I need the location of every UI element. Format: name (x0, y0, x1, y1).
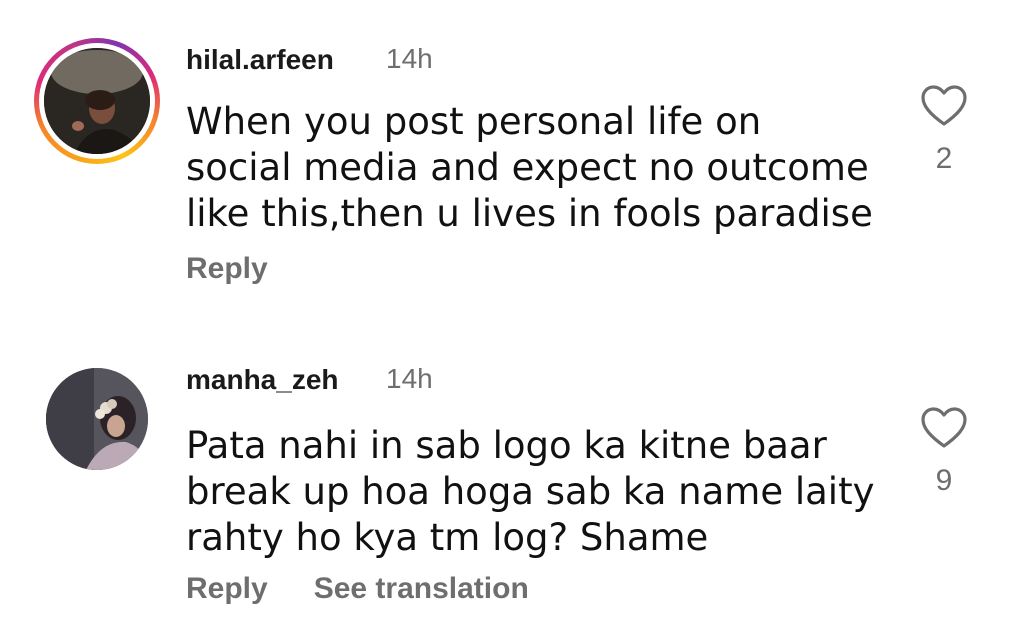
avatar-photo (46, 368, 148, 470)
comment-text-line: When you post personal life on (186, 100, 762, 143)
comment-text-line: social media and expect no outcome (186, 146, 869, 189)
comment-text-line: Pata nahi in sab logo ka kitne baar (186, 424, 827, 467)
avatar-photo (44, 48, 150, 154)
username[interactable]: manha_zeh (186, 364, 339, 396)
comment-timestamp: 14h (386, 43, 433, 74)
avatar[interactable] (46, 368, 148, 470)
comment-actions: Reply (186, 252, 268, 286)
comment-text-line: rahty ho kya tm log? Shame (186, 516, 709, 559)
comment-item: manha_zeh 14h Pata nahi in sab logo ka k… (0, 340, 1024, 628)
comment-text: Pata nahi in sab logo ka kitne baar brea… (186, 423, 886, 561)
like-count: 2 (935, 142, 953, 175)
comment-actions: Reply See translation (186, 572, 529, 606)
comment-text-line: break up hoa hoga sab ka name laity (186, 470, 875, 513)
like-count: 9 (935, 464, 953, 497)
avatar-wrapper (46, 368, 148, 470)
username[interactable]: hilal.arfeen (186, 44, 334, 76)
comment-item: hilal.arfeen 14h When you post personal … (0, 0, 1024, 320)
avatar-story-ring[interactable] (34, 38, 160, 164)
heart-outline-icon[interactable] (920, 84, 968, 128)
like-control: 2 (916, 84, 972, 176)
comment-text-line: like this,then u lives in fools paradise (186, 192, 873, 235)
like-control: 9 (916, 406, 972, 498)
comment-timestamp: 14h (386, 363, 433, 394)
heart-outline-icon[interactable] (920, 406, 968, 450)
reply-button[interactable]: Reply (186, 572, 268, 606)
reply-button[interactable]: Reply (186, 252, 268, 286)
avatar[interactable] (44, 48, 150, 154)
see-translation-button[interactable]: See translation (314, 572, 529, 606)
comment-text: When you post personal life on social me… (186, 99, 886, 237)
